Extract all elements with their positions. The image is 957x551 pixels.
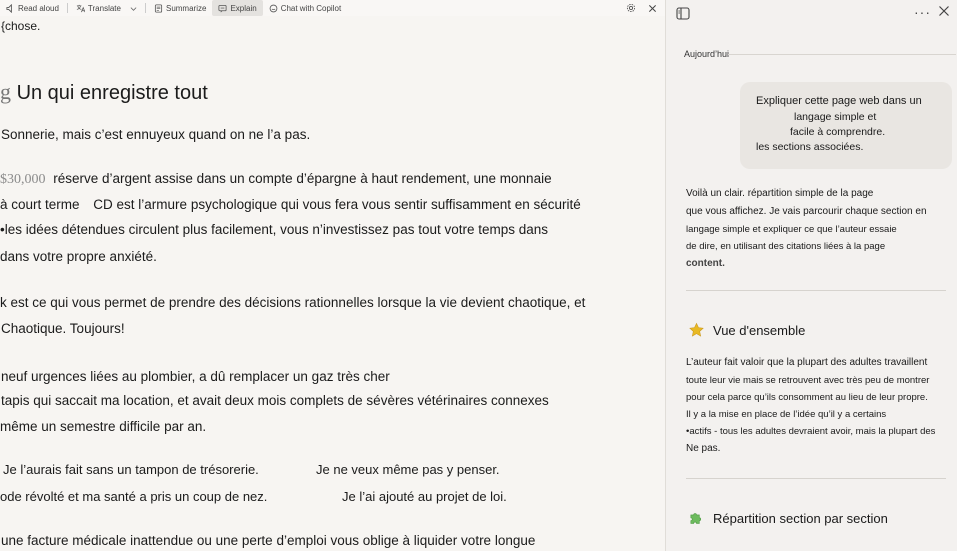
more-options-icon[interactable]: ··· [914, 4, 931, 20]
section-heading: g Un qui enregistre tout [0, 79, 208, 104]
date-divider-line [728, 54, 956, 55]
overview-line: •actifs - tous les adultes devraient avo… [686, 426, 936, 438]
amount-text: $30,000 [0, 172, 46, 187]
read-aloud-icon [6, 3, 12, 13]
message-line: langage simple et [794, 110, 877, 123]
reader-line: dans votre propre anxiété. [0, 249, 157, 264]
reader-line: Je ne veux même pas y penser. [316, 462, 500, 477]
summarize-icon [154, 3, 163, 13]
breakdown-title: Répartition section par section [713, 511, 888, 526]
reader-line: Je l’ai ajouté au projet de loi. [342, 489, 507, 504]
response-line: Voilà un clair. répartition simple de la… [686, 188, 874, 199]
overview-paragraph: L’auteur fait valoir que la plupart des … [686, 354, 951, 458]
reader-line: Je l’aurais fait sans un tampon de tréso… [3, 462, 259, 477]
message-line: les sections associées. [756, 141, 864, 154]
copilot-response: Voilà un clair. répartition simple de la… [686, 185, 951, 273]
chevron-down-icon [130, 6, 137, 11]
star-icon [689, 322, 704, 337]
close-reader-icon[interactable] [648, 4, 657, 13]
reader-line: Chaotique. Toujours! [1, 321, 125, 336]
reader-line: neuf urgences liées au plombier, a dû re… [1, 369, 390, 384]
message-line: facile à comprendre. [790, 126, 886, 139]
heading-mark: g [0, 79, 11, 104]
settings-gear-icon[interactable] [626, 3, 636, 13]
translate-button[interactable]: Translate [70, 0, 143, 16]
explain-icon [218, 4, 227, 12]
toolbar-divider [144, 3, 146, 13]
reader-line: ode révolté et ma santé a pris un coup d… [0, 489, 268, 504]
copilot-sidebar: ··· Aujourd’hui Expliquer cette page web… [666, 0, 957, 551]
copilot-icon [269, 4, 278, 12]
summarize-button[interactable]: Summarize [148, 0, 212, 16]
explain-button[interactable]: Explain [212, 0, 263, 16]
explain-label: Explain [230, 3, 257, 13]
reader-line-text: à court terme [0, 197, 80, 212]
reader-line: Sonnerie, mais c’est ennuyeux quand on n… [1, 127, 311, 142]
overview-line: pour cela parce qu’ils consomment au lie… [686, 392, 928, 404]
reader-line: $30,000 réserve d’argent assise dans un … [0, 172, 552, 187]
section-separator [686, 290, 946, 291]
reader-line: {chose. [1, 19, 41, 33]
reader-line-text: réserve d’argent assise dans un compte d… [53, 171, 552, 186]
chat-with-copilot-label: Chat with Copilot [280, 3, 342, 13]
overview-heading: Vue d'ensemble [688, 322, 805, 338]
heading-text: Un qui enregistre tout [16, 82, 208, 104]
translate-label: Translate [87, 3, 121, 13]
reader-line: k est ce qui vous permet de prendre des … [0, 295, 586, 310]
reader-line: •les idées détendues circulent plus faci… [0, 222, 549, 237]
message-line: Expliquer cette page web dans un [756, 95, 922, 107]
response-line: content. [686, 258, 725, 270]
chat-with-copilot-button[interactable]: Chat with Copilot [263, 0, 347, 16]
immersive-reader-content: {chose. g Un qui enregistre tout Sonneri… [0, 16, 665, 551]
overview-line: Ne pas. [686, 443, 721, 455]
read-aloud-button[interactable]: Read aloud [0, 0, 65, 16]
toolbar-divider [66, 3, 68, 13]
date-divider-label: Aujourd’hui [684, 49, 730, 59]
response-line: langage simple et expliquer ce que l’aut… [686, 224, 897, 235]
breakdown-heading: Répartition section par section [688, 510, 888, 527]
response-line: que vous affichez. Je vais parcourir cha… [686, 206, 927, 217]
user-message-bubble: Expliquer cette page web dans un langage… [740, 82, 952, 169]
translate-icon [76, 4, 85, 12]
overview-line: Il y a la mise en place de l’idée qu’il … [686, 409, 887, 421]
section-separator [686, 478, 946, 479]
overview-line: toute leur vie mais se retrouvent avec t… [686, 375, 930, 386]
reader-line: une facture médicale inattendue ou une p… [1, 533, 536, 548]
sidebar-header: ··· [666, 0, 957, 28]
overview-line: L’auteur fait valoir que la plupart des … [686, 357, 928, 368]
close-sidebar-icon[interactable] [938, 5, 950, 17]
reader-line-text: CD est l’armure psychologique qui vous f… [93, 197, 581, 212]
reader-line: à court terme CD est l’armure psychologi… [0, 198, 581, 212]
toolbar-right [626, 0, 665, 16]
read-aloud-label: Read aloud [18, 3, 59, 13]
reader-toolbar: Read aloud Translate Summarize Explain C… [0, 0, 665, 16]
reader-line: tapis qui saccait ma location, et avait … [1, 393, 549, 408]
response-line: de dire, en utilisant des citations liée… [686, 241, 886, 253]
puzzle-piece-icon [690, 513, 701, 524]
overview-title: Vue d'ensemble [713, 322, 806, 338]
reader-line: même un semestre difficile par an. [0, 419, 207, 434]
summarize-label: Summarize [165, 3, 207, 13]
side-panel-icon[interactable] [676, 7, 690, 20]
